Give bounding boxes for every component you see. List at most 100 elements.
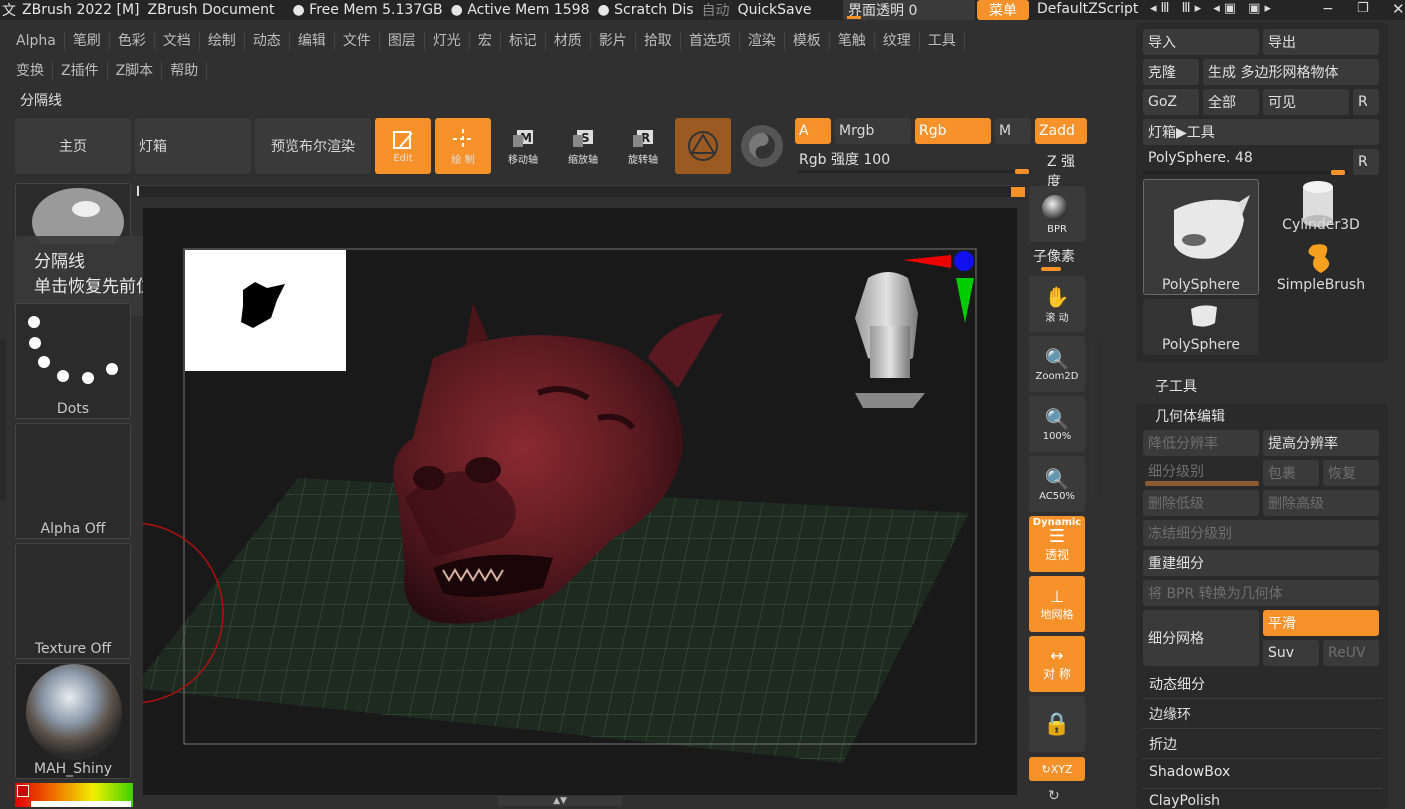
edgeloop-section[interactable]: 边缘环 (1149, 704, 1191, 724)
visible-button[interactable]: 可见 (1263, 89, 1349, 115)
symmetry-button[interactable]: ↔ 对 称 (1029, 636, 1085, 692)
menu-item-6[interactable]: 编辑 (290, 32, 335, 50)
restore-icon[interactable]: ❐ (1357, 1, 1369, 16)
menu-item-1[interactable]: 笔刷 (65, 32, 110, 50)
clone-button[interactable]: 克隆 (1143, 59, 1199, 85)
lightbox-tool-button[interactable]: 灯箱▶工具 (1143, 119, 1379, 145)
tool-thumb-polysphere-2[interactable]: PolySphere (1143, 299, 1259, 355)
menu-item-17[interactable]: 模板 (785, 32, 830, 50)
bottom-tray-toggle[interactable]: ▲▼ (498, 796, 622, 806)
tool-thumb-simplebrush[interactable]: SimpleBrush (1263, 239, 1379, 295)
menu-button[interactable]: 菜单 (977, 0, 1029, 20)
timeline-bar[interactable] (137, 185, 1025, 197)
dynamic-subdiv-section[interactable]: 动态细分 (1149, 674, 1205, 694)
restore-button[interactable]: 恢复 (1323, 460, 1379, 486)
viewport[interactable] (143, 208, 1017, 795)
rotate-y-icon[interactable]: ↻ (1048, 788, 1060, 804)
main-color-swatch[interactable] (17, 785, 29, 797)
del-higher-button[interactable]: 删除高级 (1263, 490, 1379, 516)
rotate-button[interactable]: R 旋转轴 (615, 118, 671, 174)
material-thumb[interactable]: MAH_Shiny (15, 663, 131, 779)
smooth-toggle[interactable]: 平滑 (1263, 610, 1379, 636)
document-canvas[interactable] (143, 208, 1017, 795)
scroll-button[interactable]: ✋ 滚 动 (1029, 276, 1085, 332)
geometry-header[interactable]: 几何体编辑 (1155, 406, 1225, 426)
shadowbox-section[interactable]: ShadowBox (1149, 764, 1230, 780)
lower-res-button[interactable]: 降低分辨率 (1143, 430, 1259, 456)
transparency-slider[interactable]: 界面透明 0 (843, 0, 975, 20)
brush-thumb[interactable] (15, 183, 131, 256)
alpha-thumb[interactable]: Alpha Off (15, 423, 131, 539)
menu-item-row2-1[interactable]: Z插件 (53, 62, 108, 80)
scale-button[interactable]: S 缩放轴 (555, 118, 611, 174)
default-zscript[interactable]: DefaultZScript (1037, 1, 1138, 17)
menu-item-20[interactable]: 工具 (920, 32, 965, 50)
close-icon[interactable]: ✕ (1392, 0, 1405, 18)
suv-toggle[interactable]: Suv (1263, 640, 1319, 666)
half-size-button[interactable]: 🔍 AC50% (1029, 456, 1085, 512)
tool-slider[interactable]: PolySphere. 48 (1143, 149, 1349, 175)
menu-item-11[interactable]: 标记 (501, 32, 546, 50)
menu-item-5[interactable]: 动态 (245, 32, 290, 50)
claypolish-section[interactable]: ClayPolish (1149, 793, 1220, 809)
menu-item-row2-3[interactable]: 帮助 (162, 62, 208, 80)
higher-res-button[interactable]: 提高分辨率 (1263, 430, 1379, 456)
reproject-button[interactable]: 包裹 (1263, 460, 1319, 486)
a-toggle[interactable]: A (795, 118, 831, 144)
gizmo-button[interactable] (675, 118, 731, 174)
menu-item-3[interactable]: 文档 (155, 32, 200, 50)
minimize-icon[interactable]: − (1322, 1, 1334, 17)
bpr-to-geo-button[interactable]: 将 BPR 转换为几何体 (1143, 580, 1379, 606)
tool-thumb-polysphere[interactable]: PolySphere (1143, 179, 1259, 295)
reuv-toggle[interactable]: ReUV (1323, 640, 1379, 666)
subpixel-slider[interactable]: 子像素 (1029, 246, 1085, 272)
menu-item-9[interactable]: 灯光 (425, 32, 470, 50)
texture-thumb[interactable]: Texture Off (15, 543, 131, 659)
import-button[interactable]: 导入 (1143, 29, 1259, 55)
menu-item-13[interactable]: 影片 (591, 32, 636, 50)
export-button[interactable]: 导出 (1263, 29, 1379, 55)
menu-item-18[interactable]: 笔触 (830, 32, 875, 50)
menu-item-16[interactable]: 渲染 (740, 32, 785, 50)
menu-item-2[interactable]: 色彩 (110, 32, 155, 50)
right-tray-toggle[interactable] (1095, 338, 1103, 498)
crease-section[interactable]: 折边 (1149, 734, 1177, 754)
menu-item-row2-0[interactable]: 变换 (8, 62, 53, 80)
subtool-header[interactable]: 子工具 (1155, 376, 1197, 396)
menu-item-19[interactable]: 纹理 (875, 32, 920, 50)
lightbox-button[interactable]: 灯箱 (135, 118, 251, 174)
zadd-toggle[interactable]: Zadd (1035, 118, 1087, 144)
stroke-thumb[interactable]: Dots (15, 303, 131, 419)
left-tray-toggle[interactable] (0, 340, 6, 500)
divide-button[interactable]: 细分网格 (1143, 610, 1259, 666)
r-button[interactable]: R (1353, 89, 1379, 115)
tool-thumb-cylinder[interactable]: Cylinder3D (1263, 179, 1379, 235)
all-button[interactable]: 全部 (1203, 89, 1259, 115)
xyz-button[interactable]: ↻ XYZ (1029, 757, 1085, 781)
menu-item-row2-2[interactable]: Z脚本 (108, 62, 163, 80)
menu-item-8[interactable]: 图层 (380, 32, 425, 50)
menu-item-0[interactable]: Alpha (8, 32, 65, 50)
mrgb-toggle[interactable]: Mrgb (835, 118, 911, 144)
r-button-2[interactable]: R (1353, 149, 1379, 175)
menu-item-7[interactable]: 文件 (335, 32, 380, 50)
color-picker[interactable] (15, 783, 133, 807)
goz-button[interactable]: GoZ (1143, 89, 1199, 115)
perspective-button[interactable]: Dynamic ☰ 透视 (1029, 516, 1085, 572)
menu-item-4[interactable]: 绘制 (200, 32, 245, 50)
rgb-toggle[interactable]: Rgb (915, 118, 991, 144)
floor-button[interactable]: ⊥ 地网格 (1029, 576, 1085, 632)
draw-button[interactable]: 绘 制 (435, 118, 491, 174)
make-polymesh-button[interactable]: 生成 多边形网格物体 (1203, 59, 1379, 85)
solo-button[interactable] (741, 125, 783, 167)
lock-camera-button[interactable]: 🔒 (1029, 696, 1085, 752)
orientation-bust[interactable] (855, 272, 925, 408)
quicksave-button[interactable]: QuickSave (738, 2, 812, 18)
reconstruct-button[interactable]: 重建细分 (1143, 550, 1379, 576)
m-toggle[interactable]: M (995, 118, 1031, 144)
z-intensity-slider[interactable]: Z 强度 (1035, 148, 1089, 190)
menu-item-10[interactable]: 宏 (470, 32, 501, 50)
menu-item-12[interactable]: 材质 (546, 32, 591, 50)
actual-size-button[interactable]: 🔍 100% (1029, 396, 1085, 452)
sdiv-slider[interactable]: 细分级别 (1143, 460, 1259, 486)
